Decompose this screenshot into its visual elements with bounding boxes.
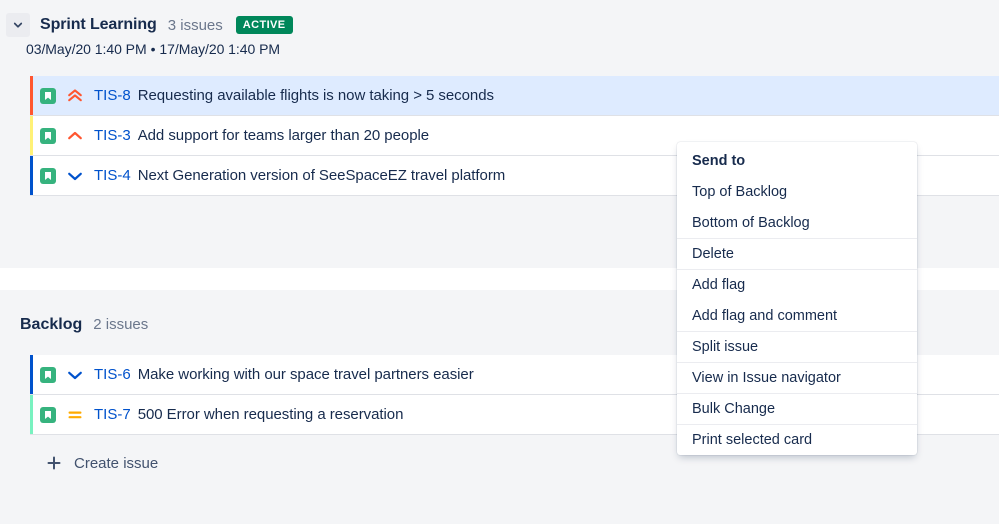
issue-summary: Add support for teams larger than 20 peo… — [138, 127, 429, 144]
epic-color-bar — [30, 76, 33, 115]
priority-medium-icon — [67, 407, 83, 423]
issue-key-link[interactable]: TIS-4 — [94, 167, 131, 184]
chevron-down-icon[interactable] — [6, 13, 30, 37]
create-issue-button[interactable]: Create issue — [46, 450, 196, 476]
sprint-name: Sprint Learning — [40, 16, 157, 34]
story-icon — [40, 367, 56, 383]
issue-summary: Requesting available flights is now taki… — [138, 87, 494, 104]
priority-low-icon — [67, 168, 83, 184]
epic-color-bar — [30, 116, 33, 155]
menu-item[interactable]: Add flag — [677, 269, 917, 300]
story-icon — [40, 128, 56, 144]
plus-icon — [46, 455, 62, 471]
epic-color-bar — [30, 355, 33, 394]
menu-item[interactable]: Print selected card — [677, 424, 917, 455]
sprint-start-date: 03/May/20 1:40 PM — [26, 41, 147, 57]
menu-section-heading: Send to — [677, 142, 917, 176]
priority-high-icon — [67, 128, 83, 144]
menu-item[interactable]: Split issue — [677, 331, 917, 362]
sprint-issue-count: 3 issues — [168, 17, 223, 34]
issue-summary: 500 Error when requesting a reservation — [138, 406, 404, 423]
story-icon — [40, 407, 56, 423]
status-badge: ACTIVE — [236, 16, 293, 34]
sprint-dates: 03/May/20 1:40 PM•17/May/20 1:40 PM — [0, 41, 999, 57]
create-issue-label: Create issue — [74, 455, 158, 472]
issue-key-link[interactable]: TIS-7 — [94, 406, 131, 423]
backlog-issue-count: 2 issues — [93, 316, 148, 333]
sprint-header: Sprint Learning 3 issues ACTIVE — [0, 0, 999, 28]
issue-row[interactable]: TIS-8 Requesting available flights is now… — [30, 76, 999, 116]
epic-color-bar — [30, 395, 33, 434]
priority-low-icon — [67, 367, 83, 383]
menu-item[interactable]: Add flag and comment — [677, 300, 917, 331]
backlog-title: Backlog — [20, 316, 82, 334]
issue-key-link[interactable]: TIS-8 — [94, 87, 131, 104]
menu-item[interactable]: Top of Backlog — [677, 176, 917, 207]
date-separator: • — [147, 41, 160, 57]
story-icon — [40, 88, 56, 104]
menu-item[interactable]: View in Issue navigator — [677, 362, 917, 393]
sprint-end-date: 17/May/20 1:40 PM — [159, 41, 280, 57]
menu-item[interactable]: Delete — [677, 238, 917, 269]
issue-key-link[interactable]: TIS-3 — [94, 127, 131, 144]
menu-item[interactable]: Bulk Change — [677, 393, 917, 424]
issue-summary: Make working with our space travel partn… — [138, 366, 474, 383]
story-icon — [40, 168, 56, 184]
epic-color-bar — [30, 156, 33, 195]
context-menu[interactable]: Send toTop of BacklogBottom of BacklogDe… — [677, 142, 917, 455]
issue-summary: Next Generation version of SeeSpaceEZ tr… — [138, 167, 506, 184]
issue-key-link[interactable]: TIS-6 — [94, 366, 131, 383]
menu-item[interactable]: Bottom of Backlog — [677, 207, 917, 238]
priority-highest-icon — [67, 88, 83, 104]
